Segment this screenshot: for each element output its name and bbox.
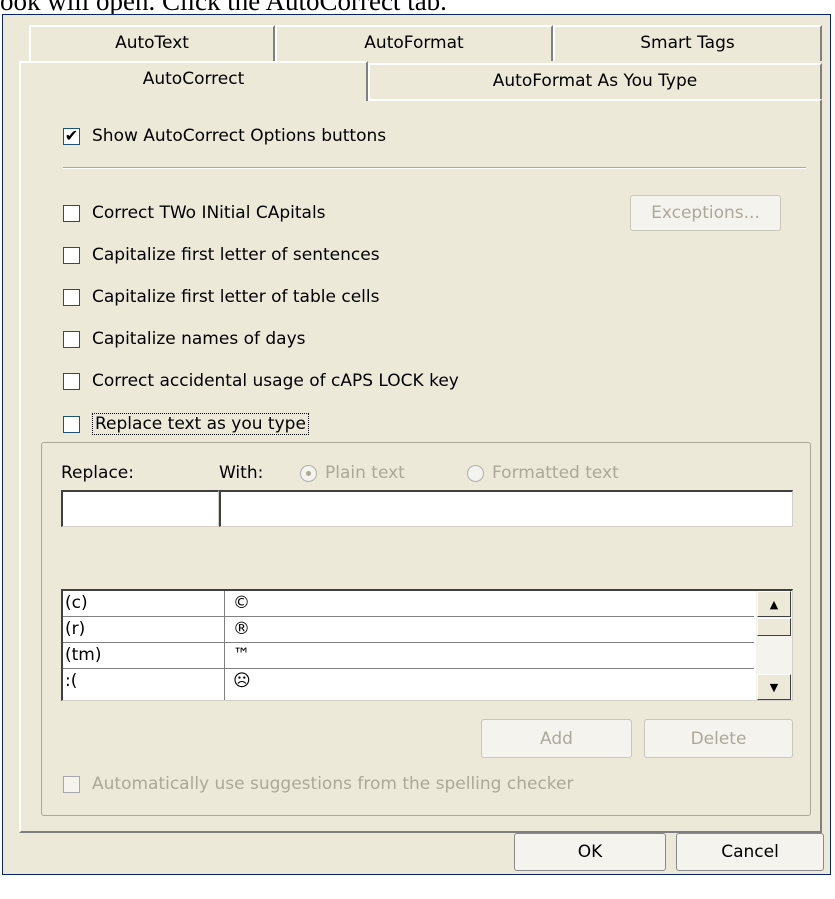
capitalize-table-cells-row[interactable]: Capitalize first letter of table cells xyxy=(63,284,379,310)
correct-two-initial-label: Correct TWo INitial CApitals xyxy=(92,203,326,223)
capitalize-table-cells-checkbox[interactable] xyxy=(63,288,80,306)
list-item-to: ® xyxy=(233,619,250,639)
list-item[interactable]: (r) ® xyxy=(63,617,754,643)
replace-label: Replace: xyxy=(61,463,134,483)
delete-button[interactable]: Delete xyxy=(644,719,793,758)
tab-smart-tags-label: Smart Tags xyxy=(640,33,735,53)
formatted-text-option[interactable]: Formatted text xyxy=(467,460,619,486)
auto-suggest-label: Automatically use suggestions from the s… xyxy=(92,774,574,794)
capitalize-sentences-label: Capitalize first letter of sentences xyxy=(92,245,380,265)
correct-two-initial-checkbox[interactable] xyxy=(63,204,80,222)
list-item[interactable]: (c) © xyxy=(63,591,754,617)
caps-lock-checkbox[interactable] xyxy=(63,372,80,390)
options-separator xyxy=(63,167,806,169)
tab-autoformat-label: AutoFormat xyxy=(364,33,464,53)
tab-autotext-label: AutoText xyxy=(115,33,189,53)
auto-suggest-checkbox[interactable] xyxy=(63,775,80,793)
formatted-text-radio[interactable] xyxy=(467,464,484,482)
scroll-thumb[interactable] xyxy=(757,618,791,636)
add-button[interactable]: Add xyxy=(481,719,632,758)
list-item-to: © xyxy=(233,593,250,613)
tab-autocorrect[interactable]: AutoCorrect xyxy=(19,61,368,101)
cancel-button[interactable]: Cancel xyxy=(676,833,824,871)
replace-label-row: Replace: xyxy=(61,460,134,486)
tab-autoformat-as-you-type[interactable]: AutoFormat As You Type xyxy=(368,63,822,99)
scroll-up-arrow-icon[interactable]: ▲ xyxy=(757,591,791,617)
capitalize-days-row[interactable]: Capitalize names of days xyxy=(63,326,306,352)
list-item[interactable]: :( ☹ xyxy=(63,669,754,695)
capitalize-sentences-checkbox[interactable] xyxy=(63,246,80,264)
plain-text-radio[interactable] xyxy=(300,464,317,482)
with-label-row: With: xyxy=(219,460,263,486)
show-autocorrect-options-row[interactable]: ✔ Show AutoCorrect Options buttons xyxy=(63,123,386,149)
tab-smart-tags[interactable]: Smart Tags xyxy=(553,25,822,61)
tab-autoformat-as-you-type-label: AutoFormat As You Type xyxy=(492,71,698,91)
with-input[interactable] xyxy=(219,490,793,527)
show-autocorrect-options-label: Show AutoCorrect Options buttons xyxy=(92,126,387,146)
replace-text-label: Replace text as you type xyxy=(92,413,309,435)
capitalize-days-checkbox[interactable] xyxy=(63,330,80,348)
capitalize-sentences-row[interactable]: Capitalize first letter of sentences xyxy=(63,242,380,268)
correct-two-initial-row[interactable]: Correct TWo INitial CApitals xyxy=(63,200,326,226)
tab-autoformat[interactable]: AutoFormat xyxy=(275,25,553,61)
list-scrollbar[interactable]: ▲ ▼ xyxy=(756,591,792,700)
ok-button[interactable]: OK xyxy=(514,833,666,871)
tab-autocorrect-label: AutoCorrect xyxy=(142,69,245,89)
capitalize-table-cells-label: Capitalize first letter of table cells xyxy=(92,287,380,307)
show-autocorrect-options-checkbox[interactable]: ✔ xyxy=(63,127,80,145)
tab-autotext[interactable]: AutoText xyxy=(29,25,275,61)
capitalize-days-label: Capitalize names of days xyxy=(92,329,306,349)
list-item-from: (tm) xyxy=(65,645,102,665)
autocorrect-dialog: AutoText AutoFormat Smart Tags AutoCorre… xyxy=(2,14,831,875)
replace-input[interactable] xyxy=(61,490,219,527)
autocorrect-entries-list[interactable]: (c) © (r) ® (tm) ™ :( ☹ ▲ ▼ xyxy=(61,589,793,701)
with-label: With: xyxy=(219,463,264,483)
caps-lock-row[interactable]: Correct accidental usage of cAPS LOCK ke… xyxy=(63,368,459,394)
list-item-from: :( xyxy=(65,671,78,691)
caps-lock-label: Correct accidental usage of cAPS LOCK ke… xyxy=(92,371,459,391)
exceptions-button[interactable]: Exceptions... xyxy=(630,195,781,231)
list-item-to: ☹ xyxy=(233,671,251,691)
plain-text-label: Plain text xyxy=(325,463,405,483)
scroll-down-arrow-icon[interactable]: ▼ xyxy=(757,674,791,700)
plain-text-option[interactable]: Plain text xyxy=(300,460,405,486)
list-item-to: ™ xyxy=(233,645,250,665)
replace-text-row[interactable]: Replace text as you type xyxy=(63,411,313,437)
formatted-text-label: Formatted text xyxy=(492,463,619,483)
list-item-from: (c) xyxy=(65,593,88,613)
list-item-from: (r) xyxy=(65,619,86,639)
replace-text-checkbox[interactable] xyxy=(63,415,80,433)
list-item[interactable]: (tm) ™ xyxy=(63,643,754,669)
auto-suggest-row[interactable]: Automatically use suggestions from the s… xyxy=(63,771,574,797)
